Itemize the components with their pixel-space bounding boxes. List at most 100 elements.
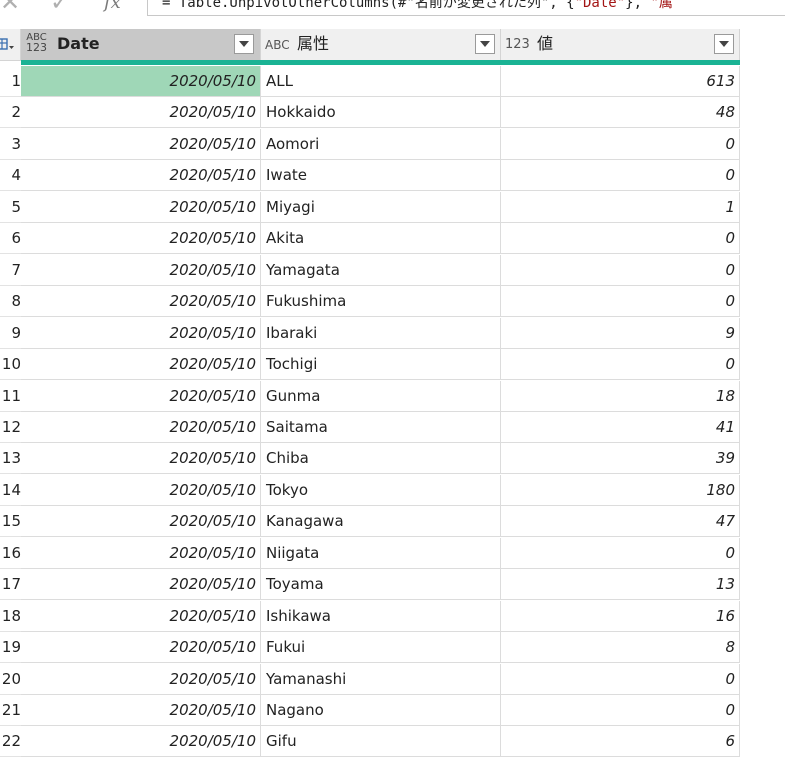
chevron-down-icon[interactable] — [234, 34, 254, 54]
cell-date[interactable]: 2020/05/10 — [21, 160, 261, 191]
cell-value[interactable]: 613 — [501, 66, 740, 97]
row-number[interactable]: 7 — [0, 255, 21, 286]
cell-attribute[interactable]: Yamanashi — [261, 664, 501, 695]
cell-value[interactable]: 0 — [501, 255, 740, 286]
row-number[interactable]: 19 — [0, 632, 21, 663]
cell-value[interactable]: 0 — [501, 664, 740, 695]
cell-date[interactable]: 2020/05/10 — [21, 381, 261, 412]
cell-attribute[interactable]: Saitama — [261, 412, 501, 443]
any-type-icon[interactable]: ABC 123 — [26, 33, 47, 54]
cell-attribute[interactable]: Chiba — [261, 443, 501, 474]
cell-date[interactable]: 2020/05/10 — [21, 601, 261, 632]
cell-value[interactable]: 0 — [501, 286, 740, 317]
cell-date[interactable]: 2020/05/10 — [21, 475, 261, 506]
row-number[interactable]: 18 — [0, 601, 21, 632]
cell-date[interactable]: 2020/05/10 — [21, 286, 261, 317]
column-header-value[interactable]: 123 値 — [501, 29, 740, 61]
row-number[interactable]: 9 — [0, 318, 21, 349]
cell-attribute[interactable]: Tokyo — [261, 475, 501, 506]
cell-date[interactable]: 2020/05/10 — [21, 66, 261, 97]
cell-attribute[interactable]: Iwate — [261, 160, 501, 191]
row-number[interactable]: 11 — [0, 381, 21, 412]
cell-attribute[interactable]: Tochigi — [261, 349, 501, 380]
cell-value[interactable]: 39 — [501, 443, 740, 474]
cell-value[interactable]: 180 — [501, 475, 740, 506]
cell-attribute[interactable]: Fukushima — [261, 286, 501, 317]
column-header-date[interactable]: ABC 123 Date — [21, 29, 261, 61]
cell-date[interactable]: 2020/05/10 — [21, 223, 261, 254]
cell-value[interactable]: 0 — [501, 349, 740, 380]
cell-attribute[interactable]: Niigata — [261, 538, 501, 569]
cell-date[interactable]: 2020/05/10 — [21, 569, 261, 600]
cell-date[interactable]: 2020/05/10 — [21, 129, 261, 160]
row-number[interactable]: 17 — [0, 569, 21, 600]
cell-attribute[interactable]: Yamagata — [261, 255, 501, 286]
row-number[interactable]: 15 — [0, 506, 21, 537]
row-number[interactable]: 21 — [0, 695, 21, 726]
cell-attribute[interactable]: Kanagawa — [261, 506, 501, 537]
row-number[interactable]: 2 — [0, 97, 21, 128]
cell-date[interactable]: 2020/05/10 — [21, 664, 261, 695]
fx-icon[interactable]: fx — [104, 0, 121, 13]
cell-attribute[interactable]: Toyama — [261, 569, 501, 600]
cell-attribute[interactable]: Hokkaido — [261, 97, 501, 128]
text-type-icon[interactable]: ABC — [265, 37, 290, 53]
chevron-down-icon[interactable] — [475, 34, 495, 54]
cell-value[interactable]: 6 — [501, 726, 740, 757]
row-number[interactable]: 8 — [0, 286, 21, 317]
cell-attribute[interactable]: Ishikawa — [261, 601, 501, 632]
row-number[interactable]: 20 — [0, 664, 21, 695]
formula-input[interactable]: = Table.UnpivotOtherColumns(#"名前が変更された列"… — [147, 0, 785, 16]
row-number[interactable]: 6 — [0, 223, 21, 254]
row-number[interactable]: 1 — [0, 66, 21, 97]
row-number[interactable]: 3 — [0, 129, 21, 160]
cell-date[interactable]: 2020/05/10 — [21, 192, 261, 223]
cell-attribute[interactable]: Miyagi — [261, 192, 501, 223]
confirm-icon[interactable]: ✓ — [50, 0, 70, 14]
row-number[interactable]: 12 — [0, 412, 21, 443]
row-number[interactable]: 10 — [0, 349, 21, 380]
cell-date[interactable]: 2020/05/10 — [21, 349, 261, 380]
row-number[interactable]: 13 — [0, 443, 21, 474]
cell-value[interactable]: 1 — [501, 192, 740, 223]
cell-date[interactable]: 2020/05/10 — [21, 695, 261, 726]
table-menu-button[interactable] — [0, 29, 21, 61]
cell-value[interactable]: 47 — [501, 506, 740, 537]
cell-attribute[interactable]: Ibaraki — [261, 318, 501, 349]
cell-attribute[interactable]: Akita — [261, 223, 501, 254]
cell-attribute[interactable]: Aomori — [261, 129, 501, 160]
cell-date[interactable]: 2020/05/10 — [21, 538, 261, 569]
cell-value[interactable]: 9 — [501, 318, 740, 349]
cell-value[interactable]: 0 — [501, 129, 740, 160]
cell-date[interactable]: 2020/05/10 — [21, 632, 261, 663]
cell-date[interactable]: 2020/05/10 — [21, 97, 261, 128]
cell-date[interactable]: 2020/05/10 — [21, 412, 261, 443]
cell-value[interactable]: 0 — [501, 160, 740, 191]
cell-attribute[interactable]: Nagano — [261, 695, 501, 726]
cell-date[interactable]: 2020/05/10 — [21, 255, 261, 286]
cell-attribute[interactable]: ALL — [261, 66, 501, 97]
number-type-icon[interactable]: 123 — [505, 37, 530, 53]
row-number[interactable]: 16 — [0, 538, 21, 569]
cell-value[interactable]: 0 — [501, 223, 740, 254]
cell-value[interactable]: 8 — [501, 632, 740, 663]
row-number[interactable]: 14 — [0, 475, 21, 506]
cell-date[interactable]: 2020/05/10 — [21, 506, 261, 537]
column-header-attr[interactable]: ABC 属性 — [261, 29, 501, 61]
cell-value[interactable]: 0 — [501, 695, 740, 726]
row-number[interactable]: 22 — [0, 726, 21, 757]
row-number[interactable]: 4 — [0, 160, 21, 191]
cell-value[interactable]: 18 — [501, 381, 740, 412]
cell-value[interactable]: 41 — [501, 412, 740, 443]
cell-value[interactable]: 16 — [501, 601, 740, 632]
chevron-down-icon[interactable] — [714, 34, 734, 54]
cell-value[interactable]: 13 — [501, 569, 740, 600]
cell-date[interactable]: 2020/05/10 — [21, 443, 261, 474]
cell-date[interactable]: 2020/05/10 — [21, 726, 261, 757]
cell-value[interactable]: 0 — [501, 538, 740, 569]
cancel-icon[interactable]: ✕ — [0, 0, 20, 14]
cell-attribute[interactable]: Fukui — [261, 632, 501, 663]
cell-date[interactable]: 2020/05/10 — [21, 318, 261, 349]
cell-attribute[interactable]: Gifu — [261, 726, 501, 757]
row-number[interactable]: 5 — [0, 192, 21, 223]
